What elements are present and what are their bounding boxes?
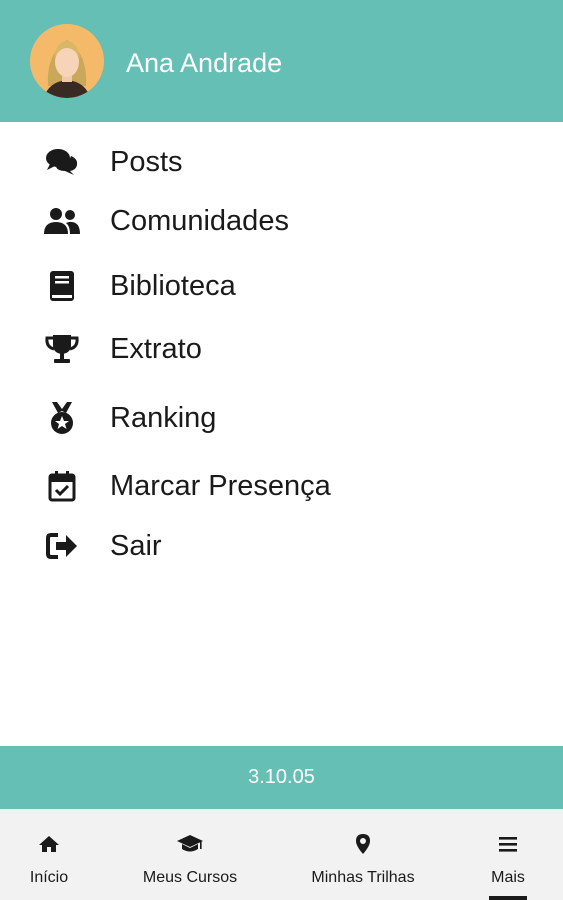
- user-avatar-female-icon: [30, 24, 104, 98]
- menu-item-label: Ranking: [110, 402, 217, 434]
- nav-item-minhas-trilhas[interactable]: Minhas Trilhas: [296, 809, 430, 900]
- user-name: Ana Andrade: [126, 48, 283, 78]
- map-marker-icon: [348, 829, 378, 859]
- menu-item-marcar-presenca[interactable]: Marcar Presença: [0, 458, 563, 514]
- active-tab-indicator: [489, 896, 527, 900]
- sign-out-icon: [40, 526, 84, 566]
- menu-item-label: Posts: [110, 146, 183, 178]
- nav-item-label: Mais: [491, 869, 525, 886]
- menu-item-label: Sair: [110, 530, 162, 562]
- menu-item-extrato[interactable]: Extrato: [0, 321, 563, 377]
- nav-item-mais[interactable]: Mais: [478, 809, 538, 900]
- menu-item-biblioteca[interactable]: Biblioteca: [0, 258, 563, 314]
- nav-item-meus-cursos[interactable]: Meus Cursos: [128, 809, 252, 900]
- nav-item-label: Início: [29, 869, 69, 886]
- nav-item-label: Minhas Trilhas: [311, 869, 415, 886]
- nav-item-label: Meus Cursos: [142, 869, 238, 886]
- menu-item-label: Biblioteca: [110, 270, 236, 302]
- calendar-check-icon: [40, 466, 84, 506]
- graduation-cap-icon: [175, 829, 205, 859]
- menu-item-posts[interactable]: Posts: [0, 134, 563, 190]
- app-version: 3.10.05: [248, 766, 315, 788]
- trophy-icon: [40, 329, 84, 369]
- menu-item-ranking[interactable]: Ranking: [0, 390, 563, 446]
- menu-icon: [493, 829, 523, 859]
- nav-item-inicio[interactable]: Início: [8, 809, 90, 900]
- home-icon: [34, 829, 64, 859]
- version-bar: 3.10.05: [0, 746, 563, 809]
- user-avatar[interactable]: [30, 24, 104, 98]
- menu-item-label: Comunidades: [110, 205, 289, 237]
- menu-item-sair[interactable]: Sair: [0, 518, 563, 574]
- menu-item-label: Marcar Presença: [110, 470, 331, 502]
- book-icon: [40, 266, 84, 306]
- bottom-navigation: Início Meus Cursos Minhas Trilhas Mais: [0, 809, 563, 900]
- users-icon: [40, 201, 84, 241]
- profile-header: Ana Andrade: [0, 0, 563, 122]
- comments-icon: [40, 142, 84, 182]
- medal-icon: [40, 398, 84, 438]
- menu-item-label: Extrato: [110, 333, 202, 365]
- menu-item-comunidades[interactable]: Comunidades: [0, 193, 563, 249]
